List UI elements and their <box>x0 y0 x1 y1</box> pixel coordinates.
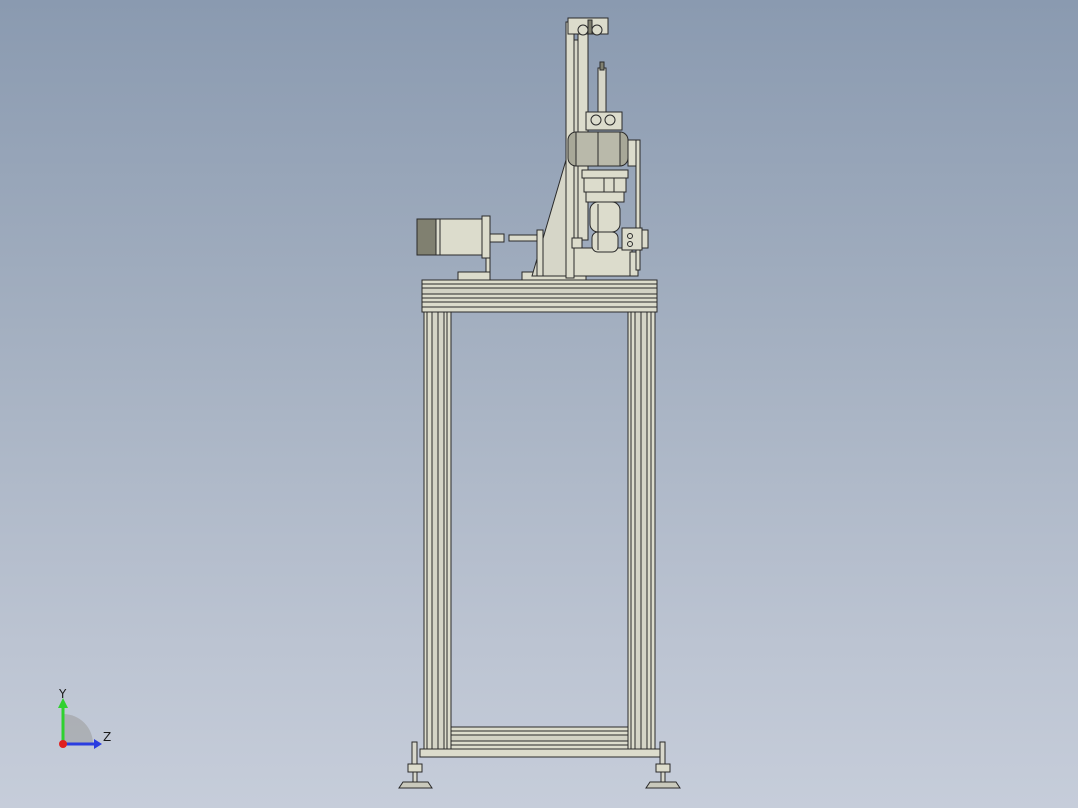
y-axis-label: Y <box>59 687 67 701</box>
cad-graphics-viewport[interactable] <box>0 0 1078 808</box>
z-axis-label: Z <box>103 730 112 744</box>
right-posts <box>627 311 656 757</box>
secondary-arm <box>585 61 623 131</box>
reducer-stack <box>581 169 629 253</box>
left-posts <box>423 311 452 757</box>
bottom-beams <box>419 726 661 758</box>
coordinate-triad: Y Z <box>48 684 128 754</box>
machine-model[interactable] <box>0 0 1078 808</box>
table-top <box>421 279 658 313</box>
